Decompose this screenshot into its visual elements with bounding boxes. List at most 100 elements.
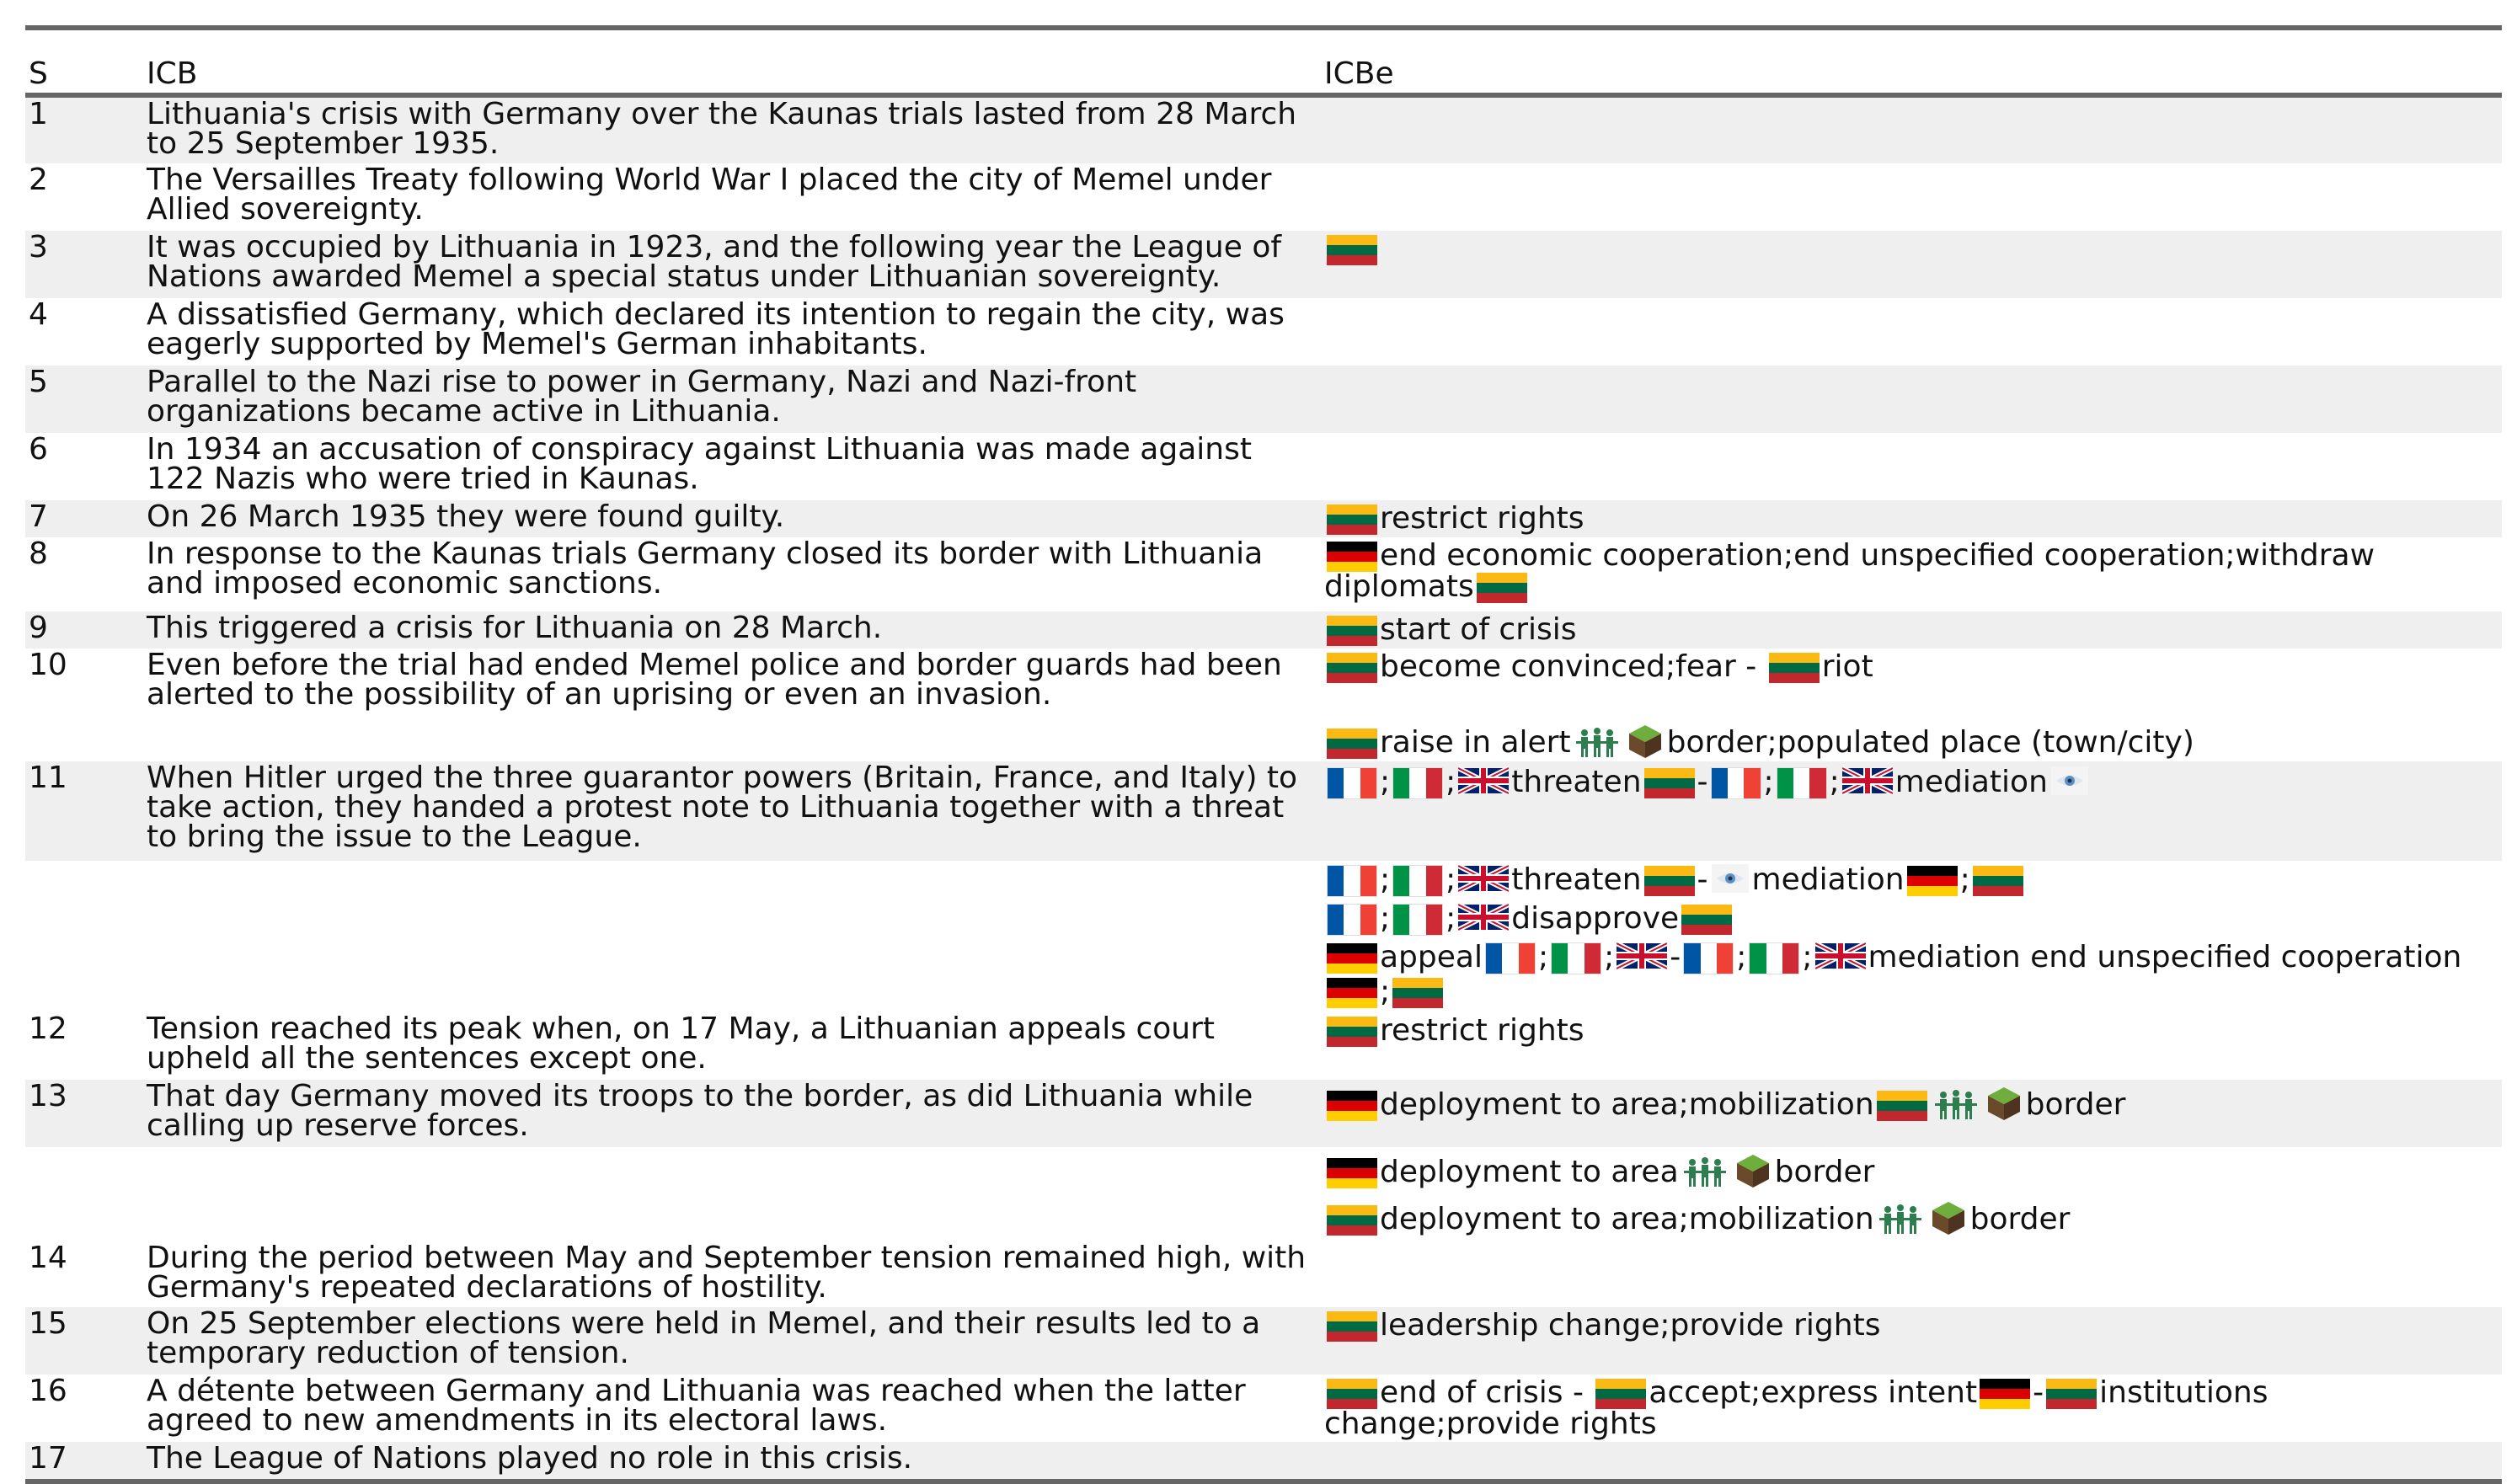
event-text: start of crisis bbox=[1380, 612, 1577, 647]
lithuania-flag-icon bbox=[1595, 1379, 1647, 1409]
table-row: 9 This triggered a crisis for Lithuania … bbox=[25, 611, 2502, 649]
row-icbe: become convinced;fear - riot bbox=[1324, 652, 2500, 683]
row-icb: Lithuania's crisis with Germany over the… bbox=[147, 97, 1297, 161]
row-icbe: start of crisis bbox=[1324, 615, 2500, 646]
event-text: appeal bbox=[1380, 940, 1483, 974]
row-s: 1 bbox=[29, 97, 48, 131]
table-row: 5 Parallel to the Nazi rise to power in … bbox=[25, 366, 2502, 433]
separator: - bbox=[1670, 940, 1681, 974]
lithuania-flag-icon bbox=[1476, 573, 1527, 603]
row-s: 15 bbox=[29, 1306, 67, 1341]
event-text: border bbox=[1774, 1155, 1875, 1189]
france-flag-icon bbox=[1683, 942, 1734, 974]
event-text: end economic cooperation;end unspecified… bbox=[1380, 538, 2375, 573]
lithuania-flag-icon bbox=[1327, 504, 1377, 535]
row-icb: A détente between Germany and Lithuania … bbox=[147, 1374, 1246, 1438]
uk-flag-icon bbox=[1456, 901, 1510, 938]
germany-flag-icon bbox=[1327, 978, 1377, 1008]
france-flag-icon bbox=[1327, 904, 1377, 936]
event-text: diplomats bbox=[1324, 569, 1474, 604]
table-row: deployment to area border deployment to a… bbox=[25, 1147, 2502, 1241]
germany-flag-icon bbox=[1327, 943, 1377, 974]
separator: - bbox=[1697, 862, 1708, 897]
table-row: 14 During the period between May and Sep… bbox=[25, 1241, 2502, 1307]
event-text: change;provide rights bbox=[1324, 1407, 1657, 1441]
table-row: 7 On 26 March 1935 they were found guilt… bbox=[25, 500, 2502, 537]
row-icb: A dissatisfied Germany, which declared i… bbox=[147, 297, 1285, 361]
event-text: deployment to area;mobilization bbox=[1380, 1202, 1874, 1236]
event-text: restrict rights bbox=[1380, 501, 1584, 536]
lithuania-flag-icon bbox=[1327, 616, 1377, 646]
france-flag-icon bbox=[1327, 865, 1377, 897]
table-row: 13 That day Germany moved its troops to … bbox=[25, 1080, 2502, 1147]
table-row: 2 The Versailles Treaty following World … bbox=[25, 163, 2502, 231]
soldiers-icon bbox=[1878, 1201, 1923, 1240]
terrain-cube-icon bbox=[1627, 723, 1664, 765]
event-text: institutions bbox=[2099, 1375, 2269, 1410]
row-s: 16 bbox=[29, 1374, 67, 1408]
event-text: raise in alert bbox=[1380, 725, 1571, 760]
row-icbe: deployment to area;mobilization border bbox=[1324, 1085, 2500, 1127]
separator: - bbox=[1697, 765, 1708, 799]
row-icbe: appeal;; -;; mediation end unspecified coo… bbox=[1324, 940, 2500, 1008]
event-text: mediation bbox=[1751, 862, 1905, 897]
event-text: become convinced;fear bbox=[1380, 649, 1736, 684]
row-icb: During the period between May and Septem… bbox=[147, 1241, 1307, 1305]
table-row: ;; threaten - mediation; ;; disapprove appea… bbox=[25, 861, 2502, 1012]
uk-flag-icon bbox=[1456, 862, 1510, 899]
row-icbe bbox=[1324, 234, 2500, 265]
germany-flag-icon bbox=[1980, 1379, 2031, 1409]
event-text: accept;express intent bbox=[1649, 1375, 1978, 1410]
row-s: 12 bbox=[29, 1012, 67, 1046]
row-icbe: end economic cooperation;end unspecified… bbox=[1324, 541, 2500, 603]
germany-flag-icon bbox=[1327, 542, 1377, 572]
event-text: riot bbox=[1821, 649, 1873, 684]
table-row: 8 In response to the Kaunas trials Germa… bbox=[25, 537, 2502, 611]
france-flag-icon bbox=[1484, 942, 1536, 974]
terrain-cube-icon bbox=[1930, 1199, 1967, 1241]
italy-flag-icon bbox=[1749, 942, 1800, 974]
row-icb: On 26 March 1935 they were found guilty. bbox=[147, 499, 785, 534]
italy-flag-icon bbox=[1392, 904, 1444, 936]
row-icbe: ;; threaten - mediation; bbox=[1324, 862, 2500, 899]
table-row: 4 A dissatisfied Germany, which declared… bbox=[25, 298, 2502, 366]
terrain-cube-icon bbox=[1734, 1152, 1772, 1194]
event-text: threaten bbox=[1511, 765, 1642, 799]
uk-flag-icon bbox=[1841, 765, 1894, 802]
header-icb: ICB bbox=[147, 56, 198, 91]
germany-flag-icon bbox=[1906, 866, 1958, 896]
event-text: border;populated place (town/city) bbox=[1666, 725, 2194, 760]
row-icb: This triggered a crisis for Lithuania on… bbox=[147, 611, 883, 645]
lithuania-flag-icon bbox=[1327, 729, 1377, 759]
row-icb: It was occupied by Lithuania in 1923, an… bbox=[147, 230, 1282, 294]
event-text: restrict rights bbox=[1380, 1013, 1584, 1048]
row-icb: In 1934 an accusation of conspiracy agai… bbox=[147, 432, 1252, 496]
row-icbe: deployment to area border bbox=[1324, 1152, 2500, 1194]
row-s: 8 bbox=[29, 536, 48, 571]
table-row: 3 It was occupied by Lithuania in 1923, … bbox=[25, 231, 2502, 298]
row-icbe: restrict rights bbox=[1324, 504, 2500, 535]
lithuania-flag-icon bbox=[1768, 653, 1820, 683]
table-row: 15 On 25 September elections were held i… bbox=[25, 1307, 2502, 1375]
row-icb: Parallel to the Nazi rise to power in Ge… bbox=[147, 365, 1137, 429]
row-s: 2 bbox=[29, 163, 48, 197]
table-header-row: S ICB ICBe bbox=[25, 30, 2502, 91]
lithuania-flag-icon bbox=[1876, 1091, 1927, 1121]
soldiers-icon bbox=[1574, 724, 1620, 763]
row-icb: That day Germany moved its troops to the… bbox=[147, 1079, 1253, 1143]
separator: - bbox=[1745, 649, 1757, 684]
row-s: 14 bbox=[29, 1241, 67, 1275]
uk-flag-icon bbox=[1814, 940, 1867, 977]
row-icb: Tension reached its peak when, on 17 May… bbox=[147, 1012, 1216, 1076]
italy-flag-icon bbox=[1392, 865, 1444, 897]
italy-flag-icon bbox=[1392, 767, 1444, 799]
event-text: end of crisis bbox=[1380, 1375, 1563, 1410]
row-s: 7 bbox=[29, 499, 48, 534]
eye-icon bbox=[2050, 766, 2088, 800]
row-s: 6 bbox=[29, 432, 48, 467]
table-row: 1 Lithuania's crisis with Germany over t… bbox=[25, 98, 2502, 163]
soldiers-icon bbox=[1682, 1154, 1728, 1193]
row-icbe: leadership change;provide rights bbox=[1324, 1311, 2500, 1342]
row-s: 11 bbox=[29, 761, 67, 795]
row-icbe: deployment to area;mobilization border bbox=[1324, 1199, 2500, 1241]
